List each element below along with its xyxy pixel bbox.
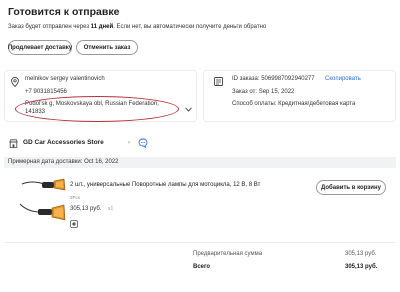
store-icon [9,139,18,148]
page-title: Готовится к отправке [8,6,120,18]
recipient-phone: +7 9031815456 [25,89,67,95]
store-row: GD Car Accessories Store › [4,136,396,152]
shipping-notice: Заказ будет отправлен через 11 дней. Есл… [8,24,266,30]
address-panel: melnikov sergey valentinovich +7 9031815… [4,70,197,122]
store-arrow-icon[interactable]: › [128,140,130,146]
estimated-delivery-bar: Примерная дата доставки: Oct 16, 2022 [4,157,396,168]
extend-delivery-button[interactable]: Продлевает доставку [8,40,72,55]
recipient-name: melnikov sergey valentinovich [25,76,105,82]
annotation-oval [15,96,179,122]
chevron-down-icon[interactable] [185,107,192,112]
product-price: 305,13 руб. [70,206,102,212]
order-info-panel: ID заказа: 5069987092940277 Скопировать … [203,70,396,122]
cancel-order-button[interactable]: Отменить заказ [76,40,138,55]
store-name-link[interactable]: GD Car Accessories Store [23,139,104,146]
product-image[interactable] [18,178,68,226]
divider [4,242,396,243]
notice-text-before: Заказ будет отправлен через [8,24,91,30]
payment-method: Способ оплаты: Кредитная/дебетовая карта [232,101,356,107]
product-title-link[interactable]: 2 шт., универсальные Поворотные лампы дл… [70,182,260,188]
total-value: 305,13 руб. [345,264,378,270]
chat-icon[interactable] [138,138,148,148]
product-quantity: x1 [108,206,114,212]
location-pin-icon [11,77,19,87]
add-to-cart-button[interactable]: Добавить в корзину [316,180,386,195]
notice-days: 11 дней [90,24,114,30]
order-date: Заказ от: Sep 15, 2022 [232,89,295,95]
estimated-delivery-text: Примерная дата доставки: Oct 16, 2022 [8,159,119,165]
total-label: Всего [193,264,211,270]
notice-text-after: . Если нет, вы автоматически получите де… [113,24,267,30]
snapshot-icon[interactable] [70,220,78,228]
receipt-icon [214,77,223,86]
copy-order-id-link[interactable]: Скопировать [325,76,361,82]
order-id: ID заказа: 5069987092940277 [232,76,315,82]
subtotal-value: 305,13 руб. [345,251,377,257]
subtotal-label: Предварительная сумма [193,251,263,257]
product-variant: 2Pcs [70,195,81,200]
